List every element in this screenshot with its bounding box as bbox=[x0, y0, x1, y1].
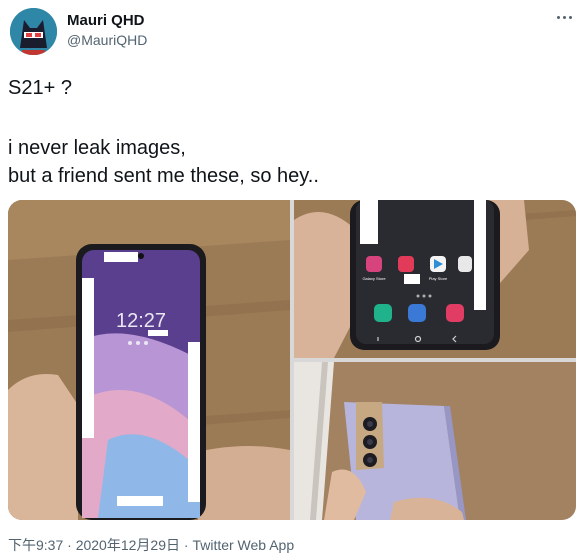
tweet-timestamp[interactable]: 下午9:37 · 2020年12月29日 bbox=[8, 537, 180, 553]
avatar-cat-icon bbox=[10, 8, 57, 55]
tweet-meta: 下午9:37 · 2020年12月29日 · Twitter Web App bbox=[8, 535, 294, 555]
photo-phone-back[interactable] bbox=[294, 362, 576, 520]
avatar[interactable] bbox=[10, 8, 57, 55]
phone-clock: 12:27 bbox=[116, 310, 166, 332]
photo-phone-homescreen[interactable]: Galaxy Store Play Store bbox=[294, 200, 576, 358]
author-name[interactable]: Mauri QHD bbox=[67, 12, 145, 29]
more-options-icon[interactable] bbox=[552, 10, 576, 24]
tweet-text-line-3: but a friend sent me these, so hey.. bbox=[8, 165, 319, 187]
meta-separator: · bbox=[179, 537, 193, 553]
tweet-text-line-1: S21+ ? bbox=[8, 77, 72, 99]
media-grid: 12:27 Galaxy Store Play Store bbox=[8, 200, 576, 520]
tweet-text-line-2: i never leak images, bbox=[8, 137, 186, 159]
photo-phone-front[interactable]: 12:27 bbox=[8, 200, 290, 520]
app-label-play-store: Play Store bbox=[429, 276, 448, 281]
app-label-galaxy-store: Galaxy Store bbox=[362, 276, 386, 281]
author-handle[interactable]: @MauriQHD bbox=[67, 32, 147, 48]
tweet-source[interactable]: Twitter Web App bbox=[192, 537, 294, 553]
